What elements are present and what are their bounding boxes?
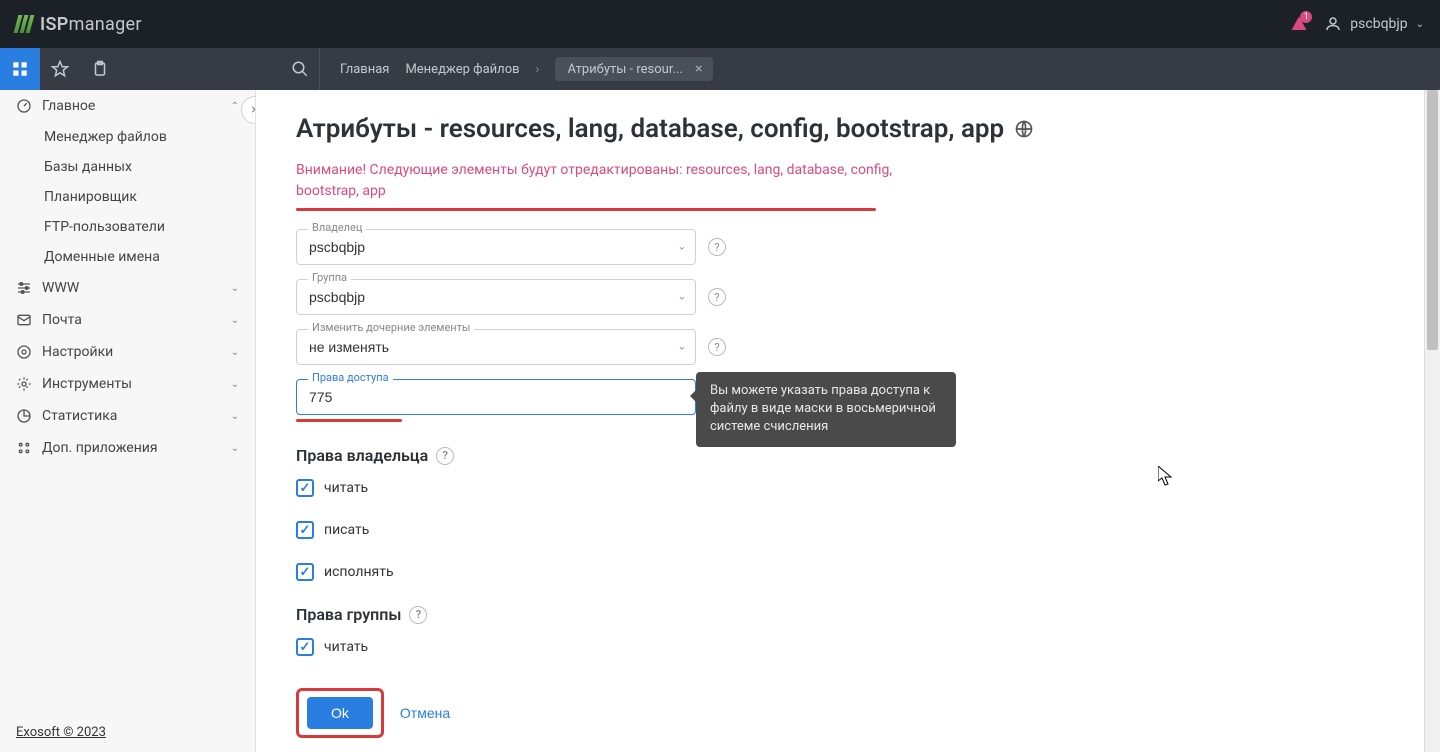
checkbox[interactable] [296, 638, 314, 656]
help-icon[interactable]: ? [708, 338, 726, 356]
settings-icon [16, 344, 32, 360]
toolbar-menu-button[interactable] [0, 48, 40, 90]
owner-perms-title: Права владельца ? [296, 446, 1400, 465]
globe-icon[interactable] [1014, 119, 1034, 139]
notifications-badge: 1 [1300, 11, 1312, 23]
gauge-icon [16, 98, 32, 114]
chevron-down-icon: ⌄ [231, 443, 239, 454]
tab-label: Атрибуты - resour... [567, 62, 682, 77]
user-name: pscbqbjp [1350, 16, 1407, 32]
children-field[interactable]: Изменить дочерние элементы не изменять ⌄ [296, 329, 696, 365]
user-icon [1324, 15, 1342, 33]
apps-icon [16, 440, 32, 456]
content: Атрибуты - resources, lang, database, co… [256, 90, 1440, 752]
owner-execute-row[interactable]: исполнять [296, 563, 1400, 581]
footer-link[interactable]: Exosoft © 2023 [0, 713, 255, 752]
owner-write-row[interactable]: писать [296, 521, 1400, 539]
chevron-down-icon: ⌄ [231, 315, 239, 326]
help-icon[interactable]: ? [409, 606, 427, 624]
mail-icon [16, 312, 32, 328]
user-menu[interactable]: pscbqbjp ⌄ [1324, 15, 1424, 33]
ok-button[interactable]: Ok [307, 697, 373, 729]
toolbar: Главная Менеджер файлов › Атрибуты - res… [0, 48, 1440, 90]
chevron-down-icon: ⌄ [1416, 19, 1424, 30]
group-perms-title: Права группы ? [296, 605, 1400, 624]
pie-icon [16, 408, 32, 424]
sidebar: × Главное ⌃ Менеджер файлов Базы данных … [0, 90, 256, 752]
sidebar-item-domains[interactable]: Доменные имена [0, 242, 255, 272]
chevron-down-icon: ⌄ [231, 411, 239, 422]
scrollbar-thumb[interactable] [1427, 90, 1438, 350]
gear-icon [16, 376, 32, 392]
owner-select[interactable]: pscbqbjp [296, 229, 696, 265]
checkbox-label: читать [324, 480, 368, 496]
topbar: ISPmanager 1 pscbqbjp ⌄ [0, 0, 1440, 48]
perms-label: Права доступа [308, 371, 393, 384]
sidebar-group-main-header[interactable]: Главное ⌃ [0, 90, 255, 122]
page-title: Атрибуты - resources, lang, database, co… [296, 114, 1400, 144]
owner-label: Владелец [308, 221, 366, 234]
toolbar-star-button[interactable] [40, 48, 80, 90]
owner-read-row[interactable]: читать [296, 479, 1400, 497]
perms-tooltip: Вы можете указать права доступа к файлу … [696, 372, 956, 447]
close-icon[interactable]: × [691, 61, 707, 77]
chevron-down-icon: ⌄ [231, 283, 239, 294]
toolbar-search-button[interactable] [280, 48, 320, 90]
sidebar-group-mail[interactable]: Почта⌄ [0, 304, 255, 336]
checkbox-label: писать [324, 522, 369, 538]
sidebar-item-ftp-users[interactable]: FTP-пользователи [0, 212, 255, 242]
breadcrumb-fm[interactable]: Менеджер файлов [405, 62, 519, 77]
warning-underline [296, 208, 876, 211]
sidebar-group-tools[interactable]: Инструменты⌄ [0, 368, 255, 400]
group-label: Группа [308, 271, 351, 284]
checkbox-label: читать [324, 639, 368, 655]
sidebar-group-main: Главное ⌃ Менеджер файлов Базы данных Пл… [0, 90, 255, 272]
perms-input[interactable] [296, 379, 696, 415]
toolbar-clipboard-button[interactable] [80, 48, 120, 90]
help-icon[interactable]: ? [708, 288, 726, 306]
notifications-icon[interactable]: 1 [1290, 15, 1308, 33]
chevron-up-icon: ⌃ [231, 101, 239, 112]
checkbox[interactable] [296, 479, 314, 497]
checkbox[interactable] [296, 521, 314, 539]
group-field[interactable]: Группа pscbqbjp ⌄ [296, 279, 696, 315]
group-read-row[interactable]: читать [296, 638, 1400, 656]
sidebar-item-scheduler[interactable]: Планировщик [0, 182, 255, 212]
sliders-icon [16, 280, 32, 296]
actions-bar: Ok Отмена [256, 674, 1424, 752]
help-icon[interactable]: ? [436, 447, 454, 465]
children-label: Изменить дочерние элементы [308, 321, 474, 334]
group-select[interactable]: pscbqbjp [296, 279, 696, 315]
breadcrumb: Главная Менеджер файлов › Атрибуты - res… [320, 57, 733, 81]
logo-icon [16, 15, 32, 33]
sidebar-item-file-manager[interactable]: Менеджер файлов [0, 122, 255, 152]
sidebar-item-databases[interactable]: Базы данных [0, 152, 255, 182]
perms-underline [296, 419, 402, 422]
sidebar-group-settings[interactable]: Настройки⌄ [0, 336, 255, 368]
breadcrumb-home[interactable]: Главная [340, 62, 389, 77]
logo[interactable]: ISPmanager [16, 14, 142, 35]
ok-highlight: Ok [296, 688, 384, 738]
perms-field[interactable]: Права доступа [296, 379, 696, 415]
checkbox-label: исполнять [324, 564, 394, 580]
scrollbar[interactable] [1424, 90, 1440, 752]
logo-text: ISPmanager [40, 14, 142, 35]
sidebar-group-apps[interactable]: Доп. приложения⌄ [0, 432, 255, 464]
cancel-button[interactable]: Отмена [400, 705, 450, 721]
sidebar-group-stats[interactable]: Статистика⌄ [0, 400, 255, 432]
help-icon[interactable]: ? [708, 238, 726, 256]
chevron-down-icon: ⌄ [231, 379, 239, 390]
checkbox[interactable] [296, 563, 314, 581]
chevron-down-icon: ⌄ [231, 347, 239, 358]
breadcrumb-tab[interactable]: Атрибуты - resour... × [555, 57, 712, 81]
warning-text: Внимание! Следующие элементы будут отред… [296, 160, 916, 202]
children-select[interactable]: не изменять [296, 329, 696, 365]
chevron-right-icon: › [536, 62, 540, 77]
sidebar-group-www[interactable]: WWW⌄ [0, 272, 255, 304]
owner-field[interactable]: Владелец pscbqbjp ⌄ [296, 229, 696, 265]
